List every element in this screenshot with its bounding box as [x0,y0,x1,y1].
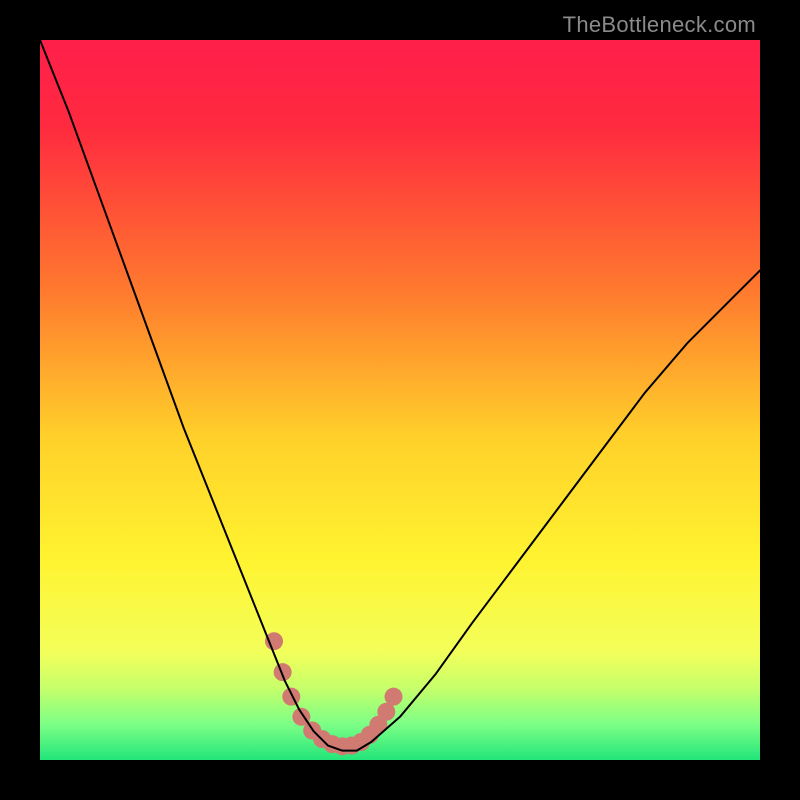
chart-svg [40,40,760,760]
plot-area [40,40,760,760]
highlight-dot [274,663,292,681]
highlight-dot [385,688,403,706]
highlight-dot [282,688,300,706]
watermark-text: TheBottleneck.com [563,12,756,38]
gradient-background [40,40,760,760]
highlight-dot [265,632,283,650]
chart-frame: TheBottleneck.com [0,0,800,800]
